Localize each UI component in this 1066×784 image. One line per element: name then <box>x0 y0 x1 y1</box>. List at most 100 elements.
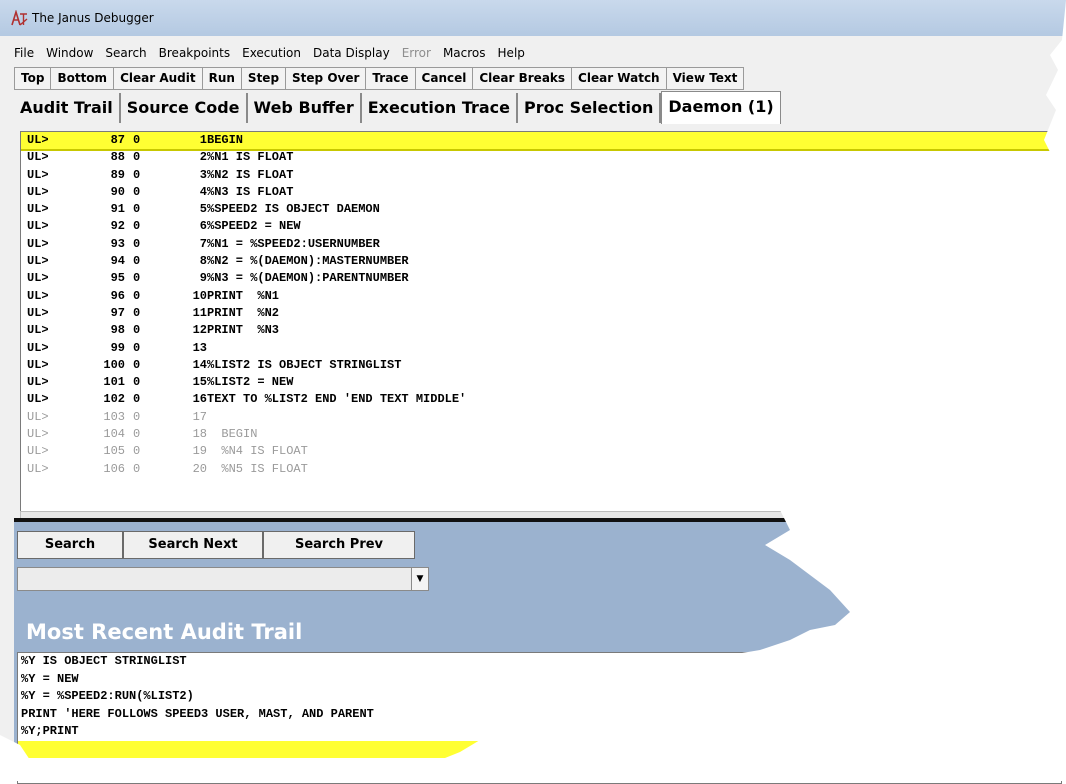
dropdown-arrow-icon[interactable]: ▼ <box>411 568 428 590</box>
menu-data-display[interactable]: Data Display <box>307 44 396 60</box>
code-line[interactable]: UL> 102 0 16 TEXT TO %LIST2 END 'END TEXT MI… <box>21 391 1061 408</box>
menu-error[interactable]: Error <box>396 44 437 60</box>
line-flag: 0 <box>133 357 141 372</box>
audit-trail-pane[interactable]: %Y IS OBJECT STRINGLIST %Y = NEW %Y = %SPE… <box>17 652 1062 784</box>
statement-number: 4 <box>199 184 207 199</box>
code-line[interactable]: UL> 93 0 7 %N1 = %SPEED2:USERNUMBER <box>21 236 1061 253</box>
search-combo[interactable]: ▼ <box>17 567 429 591</box>
clear-breaks-button[interactable]: Clear Breaks <box>472 67 573 90</box>
tab-proc-selection[interactable]: Proc Selection <box>518 93 662 123</box>
line-flag: 0 <box>133 340 141 355</box>
window-title: The Janus Debugger <box>32 11 154 25</box>
statement-text: PRINT %N1 <box>207 288 280 303</box>
statement-text: %SPEED2 IS OBJECT DAEMON <box>207 202 380 217</box>
code-line[interactable]: UL> 90 0 4 %N3 IS FLOAT <box>21 184 1061 201</box>
tab-audit-trail[interactable]: Audit Trail <box>14 93 121 123</box>
statement-number: 14 <box>192 357 207 372</box>
code-line[interactable]: UL> 101 0 15 %LIST2 = NEW <box>21 374 1061 391</box>
audit-line: %Y IS OBJECT STRINGLIST <box>21 654 187 668</box>
statement-text: TEXT TO %LIST2 END 'END TEXT MIDDLE' <box>207 392 467 407</box>
code-line[interactable]: UL> 94 0 8 %N2 = %(DAEMON):MASTERNUMBER <box>21 253 1061 270</box>
line-flag: 0 <box>133 461 141 476</box>
line-prefix: UL> <box>27 236 49 251</box>
code-line[interactable]: UL> 104 0 18 BEGIN <box>21 426 1061 443</box>
tab-daemon-1[interactable]: Daemon (1) <box>661 91 781 124</box>
statement-text: %N4 IS FLOAT <box>207 444 308 459</box>
view-text-button[interactable]: View Text <box>665 67 745 90</box>
clear-watch-button[interactable]: Clear Watch <box>571 67 667 90</box>
step-button[interactable]: Step <box>240 67 287 90</box>
code-line[interactable]: UL> 88 0 2 %N1 IS FLOAT <box>21 149 1061 166</box>
tab-web-buffer[interactable]: Web Buffer <box>247 93 362 123</box>
search-prev-button[interactable]: Search Prev <box>263 531 415 559</box>
code-line[interactable]: UL> 99 0 13 <box>21 340 1061 357</box>
source-code-pane[interactable]: UL> 87 0 1 BEGIN UL> 88 0 2 %N1 IS FLOAT UL> 89 0 3 %N… <box>20 131 1062 513</box>
statement-number: 10 <box>192 288 207 303</box>
trace-button[interactable]: Trace <box>365 67 416 90</box>
statement-text: %N2 = %(DAEMON):MASTERNUMBER <box>207 254 409 269</box>
search-next-button[interactable]: Search Next <box>123 531 263 559</box>
line-flag: 0 <box>133 167 141 182</box>
top-button[interactable]: Top <box>14 67 52 90</box>
menu-breakpoints[interactable]: Breakpoints <box>153 44 236 60</box>
code-line[interactable]: UL> 87 0 1 BEGIN <box>21 132 1061 152</box>
code-line[interactable]: UL> 91 0 5 %SPEED2 IS OBJECT DAEMON <box>21 201 1061 218</box>
audit-line: %Y = %SPEED2:RUN(%LIST2) <box>21 689 194 703</box>
code-line[interactable]: UL> 106 0 20 %N5 IS FLOAT <box>21 461 1061 478</box>
statement-text: %SPEED2 = NEW <box>207 219 301 234</box>
search-button[interactable]: Search <box>17 531 123 559</box>
menu-file[interactable]: File <box>8 44 40 60</box>
line-number: 104 <box>103 427 125 442</box>
janus-debugger-icon <box>11 10 28 26</box>
line-number: 98 <box>110 323 125 338</box>
statement-number: 1 <box>199 133 207 147</box>
statement-text: %N2 IS FLOAT <box>207 167 294 182</box>
step-over-button[interactable]: Step Over <box>285 67 367 90</box>
line-number: 90 <box>110 184 125 199</box>
statement-text: %N3 = %(DAEMON):PARENTNUMBER <box>207 271 409 286</box>
menu-execution[interactable]: Execution <box>236 44 307 60</box>
statement-number: 18 <box>192 427 207 442</box>
line-prefix: UL> <box>27 150 49 165</box>
code-line[interactable]: UL> 98 0 12 PRINT %N3 <box>21 322 1061 339</box>
line-prefix: UL> <box>27 375 49 390</box>
line-prefix: UL> <box>27 340 49 355</box>
code-line[interactable]: UL> 97 0 11 PRINT %N2 <box>21 305 1061 322</box>
run-button[interactable]: Run <box>201 67 242 90</box>
cancel-button[interactable]: Cancel <box>414 67 474 90</box>
menu-search[interactable]: Search <box>99 44 152 60</box>
statement-number: 2 <box>199 150 207 165</box>
line-number: 87 <box>110 133 125 147</box>
menu-window[interactable]: Window <box>40 44 99 60</box>
line-flag: 0 <box>133 323 141 338</box>
code-line[interactable]: UL> 96 0 10 PRINT %N1 <box>21 288 1061 305</box>
bottom-button[interactable]: Bottom <box>50 67 115 90</box>
line-number: 103 <box>103 409 125 424</box>
menu-help[interactable]: Help <box>492 44 531 60</box>
line-number: 92 <box>110 219 125 234</box>
line-flag: 0 <box>133 305 141 320</box>
line-prefix: UL> <box>27 271 49 286</box>
line-flag: 0 <box>133 444 141 459</box>
line-prefix: UL> <box>27 254 49 269</box>
code-line[interactable]: UL> 89 0 3 %N2 IS FLOAT <box>21 167 1061 184</box>
code-line[interactable]: UL> 103 0 17 <box>21 409 1061 426</box>
line-number: 105 <box>103 444 125 459</box>
code-line[interactable]: UL> 92 0 6 %SPEED2 = NEW <box>21 218 1061 235</box>
code-line[interactable]: UL> 95 0 9 %N3 = %(DAEMON):PARENTNUMBER <box>21 270 1061 287</box>
statement-text: PRINT %N2 <box>207 305 280 320</box>
statement-number: 16 <box>192 392 207 407</box>
tab-source-code[interactable]: Source Code <box>120 93 248 123</box>
line-number: 91 <box>110 202 125 217</box>
statement-number: 5 <box>199 202 207 217</box>
clear-audit-button[interactable]: Clear Audit <box>113 67 203 90</box>
line-number: 93 <box>110 236 125 251</box>
code-line[interactable]: UL> 100 0 14 %LIST2 IS OBJECT STRINGLIST <box>21 357 1061 374</box>
statement-text: %N3 IS FLOAT <box>207 184 294 199</box>
statement-number: 13 <box>192 340 207 355</box>
line-flag: 0 <box>133 133 141 147</box>
statement-text: %LIST2 IS OBJECT STRINGLIST <box>207 357 402 372</box>
tab-execution-trace[interactable]: Execution Trace <box>361 93 518 123</box>
menu-macros[interactable]: Macros <box>437 44 492 60</box>
code-line[interactable]: UL> 105 0 19 %N4 IS FLOAT <box>21 443 1061 460</box>
